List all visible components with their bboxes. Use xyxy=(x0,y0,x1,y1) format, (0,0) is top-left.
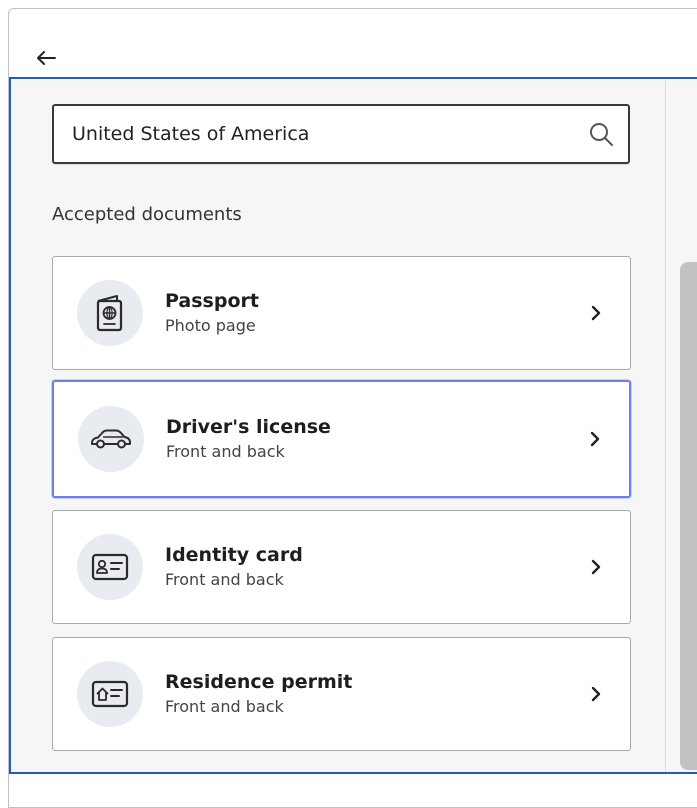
document-title: Residence permit xyxy=(165,671,353,693)
document-title: Passport xyxy=(165,290,259,312)
panel-divider xyxy=(665,79,666,772)
document-subtitle: Photo page xyxy=(165,316,256,335)
document-option-passport[interactable]: Passport Photo page xyxy=(52,256,631,370)
chevron-right-icon xyxy=(584,682,608,706)
country-search-value[interactable]: United States of America xyxy=(72,123,588,145)
chevron-right-icon xyxy=(583,427,607,451)
document-option-drivers-license[interactable]: Driver's license Front and back xyxy=(52,380,631,498)
chevron-right-icon xyxy=(584,301,608,325)
scrollbar-thumb[interactable] xyxy=(680,262,697,770)
country-search-field[interactable]: United States of America xyxy=(52,104,630,164)
accepted-documents-label: Accepted documents xyxy=(52,204,242,225)
document-option-residence-permit[interactable]: Residence permit Front and back xyxy=(52,637,631,751)
search-icon[interactable] xyxy=(588,121,614,147)
passport-icon-badge xyxy=(77,280,143,346)
chevron-right-icon xyxy=(584,555,608,579)
id-card-icon xyxy=(91,553,129,581)
document-subtitle: Front and back xyxy=(165,570,284,589)
car-icon-badge xyxy=(78,406,144,472)
car-icon xyxy=(91,429,131,449)
document-subtitle: Front and back xyxy=(165,697,284,716)
passport-icon xyxy=(96,295,123,332)
residence-permit-icon xyxy=(91,680,129,708)
arrow-left-icon xyxy=(37,51,56,65)
document-title: Identity card xyxy=(165,544,303,566)
document-subtitle: Front and back xyxy=(166,442,285,461)
back-button[interactable] xyxy=(32,44,60,72)
id-card-icon-badge xyxy=(77,534,143,600)
document-option-identity-card[interactable]: Identity card Front and back xyxy=(52,510,631,624)
residence-permit-icon-badge xyxy=(77,661,143,727)
document-title: Driver's license xyxy=(166,416,331,438)
